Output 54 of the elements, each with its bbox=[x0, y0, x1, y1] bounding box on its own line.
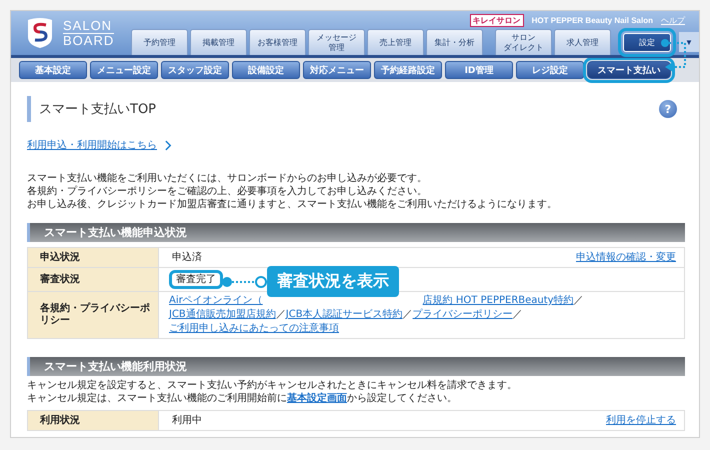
sub-tab[interactable]: レジ設定 bbox=[516, 61, 584, 79]
nav-tab[interactable]: お客様管理 bbox=[249, 29, 306, 55]
page-title: スマート支払いTOP bbox=[27, 96, 156, 122]
separator: ／ bbox=[402, 309, 413, 320]
row-label: 利用状況 bbox=[28, 410, 158, 430]
sub-tab[interactable]: 基本設定 bbox=[19, 61, 87, 79]
sub-tab[interactable]: メニュー設定 bbox=[90, 61, 158, 79]
row-link[interactable]: 申込情報の確認・変更 bbox=[576, 251, 676, 264]
salon-name: HOT PEPPER Beauty Nail Salon bbox=[532, 16, 653, 25]
intro-text: 各規約・プライバシーポリシーをご確認の上、必要事項を入力してお申し込みください。 bbox=[27, 185, 428, 198]
sub-tab[interactable]: 対応メニュー bbox=[303, 61, 371, 79]
status-value: 利用中 bbox=[171, 414, 203, 428]
sub-tab[interactable]: ID管理 bbox=[445, 61, 513, 79]
note-text: キャンセル規定を設定すると、スマート支払い予約がキャンセルされたときにキャンセル料を請求できます。 bbox=[27, 379, 518, 392]
connector-line bbox=[221, 276, 267, 288]
section-header: スマート支払い機能申込状況 bbox=[27, 223, 685, 242]
nav-tab[interactable]: 予約管理 bbox=[131, 29, 188, 55]
row-link[interactable]: 利用を停止する bbox=[606, 414, 676, 427]
nav-tab[interactable]: 集計・分析 bbox=[426, 29, 483, 55]
sub-tab[interactable]: 予約経路設定 bbox=[374, 61, 442, 79]
nav-tab[interactable]: メッセージ 管理 bbox=[308, 29, 365, 55]
policy-link[interactable]: 店規約 HOT PEPPERBeauty特約 bbox=[422, 295, 574, 306]
sub-tab[interactable]: 設備設定 bbox=[232, 61, 300, 79]
logo-icon bbox=[25, 17, 55, 49]
nav-tab[interactable]: 売上管理 bbox=[367, 29, 424, 55]
nav-tab[interactable]: 掲載管理 bbox=[190, 29, 247, 55]
policy-link[interactable]: プライバシーポリシー bbox=[412, 309, 513, 320]
apply-link[interactable]: 利用申込・利用開始はこちら bbox=[27, 138, 157, 152]
row-label: 各規約・プライバシーポリシー bbox=[28, 292, 158, 338]
logo-text: SALON bbox=[63, 18, 114, 32]
policy-link[interactable]: ご利用申し込みにあたっての注意事項 bbox=[169, 323, 339, 334]
nav-tab[interactable]: サロン ダイレクト bbox=[495, 29, 552, 55]
intro-text: スマート支払い機能をご利用いただくには、サロンボードからのお申し込みが必要です。 bbox=[27, 172, 428, 185]
policy-link[interactable]: JCB通信販売加盟店規約 bbox=[169, 309, 276, 320]
status-value: 申込済 bbox=[171, 250, 203, 265]
row-label: 申込状況 bbox=[28, 248, 158, 268]
separator: ／ bbox=[276, 309, 286, 320]
note-text: キャンセル規定は、スマート支払い機能のご利用開始前に基本設定画面から設定してください。 bbox=[27, 392, 458, 405]
status-value: 審査完了 bbox=[169, 270, 223, 289]
chevron-icon bbox=[165, 140, 172, 150]
callout-label: 審査状況を表示 bbox=[267, 266, 399, 297]
policy-link[interactable]: JCB本人認証サービス特約 bbox=[286, 309, 403, 320]
sub-tab[interactable]: スタッフ設定 bbox=[161, 61, 229, 79]
policy-link[interactable]: Airペイオンライン（ bbox=[169, 295, 263, 306]
separator: ／ bbox=[574, 295, 584, 306]
dropdown-button[interactable]: ▼ bbox=[679, 32, 699, 52]
nav-tab[interactable]: 求人管理 bbox=[554, 29, 611, 55]
settings-link[interactable]: 基本設定画面 bbox=[287, 393, 347, 404]
separator: ／ bbox=[512, 309, 523, 320]
intro-text: お申し込み後、クレジットカード加盟店審査に通りますと、スマート支払い機能をご利用いただけるようになります。 bbox=[27, 198, 558, 211]
section-header: スマート支払い機能利用状況 bbox=[27, 357, 685, 376]
logo-text: BOARD bbox=[63, 32, 114, 48]
row-label: 審査状況 bbox=[28, 268, 158, 292]
brand-badge: キレイサロン bbox=[470, 14, 524, 27]
